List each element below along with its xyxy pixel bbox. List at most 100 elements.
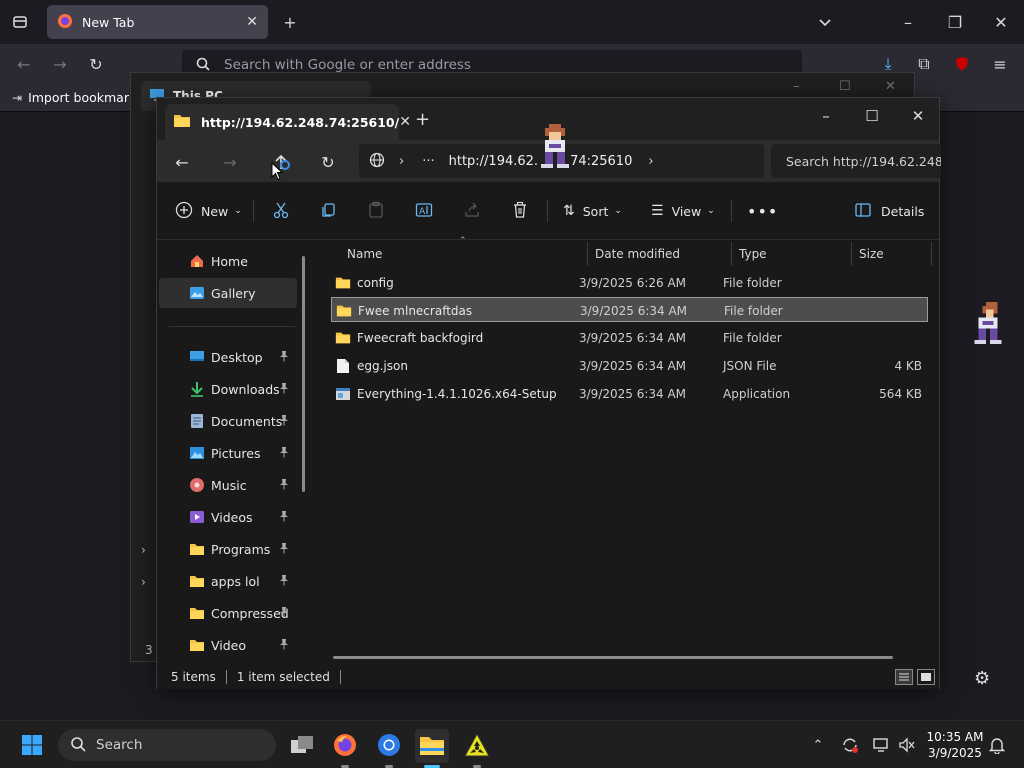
pin-icon <box>279 542 289 557</box>
file-type: Application <box>723 386 791 401</box>
more-options-icon[interactable]: ••• <box>747 196 778 226</box>
copy-button[interactable] <box>319 196 337 226</box>
taskbar-file-explorer[interactable] <box>415 729 449 768</box>
taskbar-app[interactable] <box>460 729 494 768</box>
sidebar-item-videos[interactable]: Videos <box>159 502 297 532</box>
minimize-icon[interactable]: – <box>803 102 849 130</box>
file-type: JSON File <box>723 358 777 373</box>
task-view-button[interactable] <box>285 729 319 763</box>
chevron-right-icon[interactable]: › <box>141 543 146 557</box>
ublock-icon[interactable] <box>950 52 974 76</box>
back-arrow-icon[interactable]: ← <box>12 52 36 76</box>
sort-label: Sort <box>582 203 609 219</box>
paste-button[interactable] <box>367 196 385 226</box>
sidebar-item-gallery[interactable]: Gallery <box>159 278 297 308</box>
column-header-name[interactable]: Name <box>339 240 382 268</box>
new-button[interactable]: New ⌄ <box>175 196 242 226</box>
network-icon[interactable] <box>871 735 891 755</box>
restore-icon[interactable]: ❐ <box>943 10 967 34</box>
tiles-view-icon[interactable] <box>917 669 935 685</box>
firefox-view-icon[interactable] <box>8 10 32 34</box>
sidebar-item-programs[interactable]: Programs <box>159 534 297 564</box>
close-window-icon[interactable]: ✕ <box>895 102 941 130</box>
table-row[interactable]: egg.json 3/9/2025 6:34 AM JSON File 4 KB <box>331 353 928 378</box>
reload-icon[interactable]: ↻ <box>84 52 108 76</box>
search-input[interactable]: Search http://194.62.248. <box>771 144 941 178</box>
sidebar-item-music[interactable]: Music <box>159 470 297 500</box>
back-arrow-icon[interactable]: ← <box>165 148 199 176</box>
file-type: File folder <box>723 275 782 290</box>
new-tab-icon[interactable]: + <box>278 10 302 34</box>
delete-button[interactable] <box>511 196 529 226</box>
firefox-tab-new-tab[interactable]: New Tab ✕ <box>47 5 268 39</box>
start-button[interactable] <box>15 729 49 763</box>
sidebar-item-apps-lol[interactable]: apps lol <box>159 566 297 596</box>
close-icon[interactable]: ✕ <box>885 79 896 94</box>
cut-button[interactable] <box>272 196 290 226</box>
taskbar-search-box[interactable]: Search <box>58 729 276 761</box>
extensions-icon[interactable]: ⧉ <box>912 52 936 76</box>
sidebar-item-home[interactable]: Home <box>159 246 297 276</box>
taskbar-firefox[interactable] <box>328 729 362 768</box>
gear-icon[interactable]: ⚙ <box>974 668 990 689</box>
rename-button[interactable]: A <box>415 196 433 226</box>
taskbar-chrome[interactable] <box>372 729 406 768</box>
explorer-tab[interactable]: http://194.62.248.74:25610/ ✕ <box>165 104 411 140</box>
sidebar-item-documents[interactable]: Documents <box>159 406 297 436</box>
close-icon[interactable]: ✕ <box>246 14 258 30</box>
share-button[interactable] <box>463 196 481 226</box>
close-tab-icon[interactable]: ✕ <box>399 114 411 130</box>
horizontal-scrollbar[interactable] <box>333 656 893 659</box>
table-row[interactable]: config 3/9/2025 6:26 AM File folder <box>331 270 928 295</box>
maximize-icon[interactable]: ☐ <box>839 79 851 94</box>
folder-icon <box>173 113 191 131</box>
notification-bell-icon[interactable] <box>987 735 1007 755</box>
chrome-logo-icon <box>377 733 401 760</box>
column-divider[interactable] <box>931 242 932 266</box>
refresh-icon[interactable]: ↻ <box>311 148 345 176</box>
sort-button[interactable]: ⇅ Sort ⌄ <box>563 196 622 226</box>
column-header-size[interactable]: Size <box>851 240 884 268</box>
file-name: Fwee mlnecraftdas <box>358 303 473 318</box>
details-view-icon[interactable] <box>895 669 913 685</box>
column-header-type[interactable]: Type <box>731 240 767 268</box>
folder-icon <box>189 573 205 589</box>
sidebar-item-pictures[interactable]: Pictures <box>159 438 297 468</box>
minimize-icon[interactable]: – <box>793 79 800 94</box>
more-breadcrumb-icon[interactable]: ··· <box>422 154 434 169</box>
sidebar-item-compressed[interactable]: Compressed <box>159 598 297 628</box>
close-window-icon[interactable]: ✕ <box>989 10 1013 34</box>
new-tab-icon[interactable]: + <box>415 109 430 130</box>
forward-arrow-icon[interactable]: → <box>48 52 72 76</box>
import-bookmarks-link[interactable]: Import bookmarks <box>28 90 143 105</box>
forward-arrow-icon[interactable]: → <box>213 148 247 176</box>
chevron-right-icon[interactable]: › <box>648 154 653 169</box>
file-list: ⌃ Name Date modified Type Size config 3/… <box>315 236 939 665</box>
sidebar-item-desktop[interactable]: Desktop <box>159 342 297 372</box>
table-row[interactable]: Fwee mlnecraftdas 3/9/2025 6:34 AM File … <box>331 297 928 322</box>
view-label: View <box>671 203 702 219</box>
sidebar-item-video[interactable]: Video <box>159 630 297 660</box>
file-type: File folder <box>724 303 783 318</box>
details-button[interactable]: Details <box>855 196 924 226</box>
sidebar-scrollbar[interactable] <box>302 256 305 492</box>
view-button[interactable]: ☰ View ⌄ <box>651 196 715 226</box>
maximize-icon[interactable]: ☐ <box>849 102 895 130</box>
menu-icon[interactable]: ≡ <box>988 52 1012 76</box>
table-row[interactable]: Fweecraft backfogird 3/9/2025 6:34 AM Fi… <box>331 325 928 350</box>
globe-icon <box>369 152 385 171</box>
minimize-icon[interactable]: – <box>896 10 920 34</box>
search-placeholder: Search http://194.62.248. <box>786 153 941 169</box>
chevron-right-icon[interactable]: › <box>141 575 146 589</box>
column-header-date[interactable]: Date modified <box>587 240 680 268</box>
system-clock[interactable]: 10:35 AM 3/9/2025 <box>924 729 986 761</box>
sync-icon[interactable] <box>840 735 860 755</box>
pictures-icon <box>189 445 205 461</box>
volume-muted-icon[interactable] <box>897 735 917 755</box>
table-row[interactable]: Everything-1.4.1.1026.x64-Setup 3/9/2025… <box>331 381 928 406</box>
chevron-right-icon[interactable]: › <box>399 154 404 169</box>
sidebar-item-downloads[interactable]: Downloads <box>159 374 297 404</box>
chevron-up-icon[interactable]: ⌃ <box>808 735 828 755</box>
chevron-down-icon[interactable] <box>813 10 837 34</box>
file-date: 3/9/2025 6:34 AM <box>580 303 688 318</box>
